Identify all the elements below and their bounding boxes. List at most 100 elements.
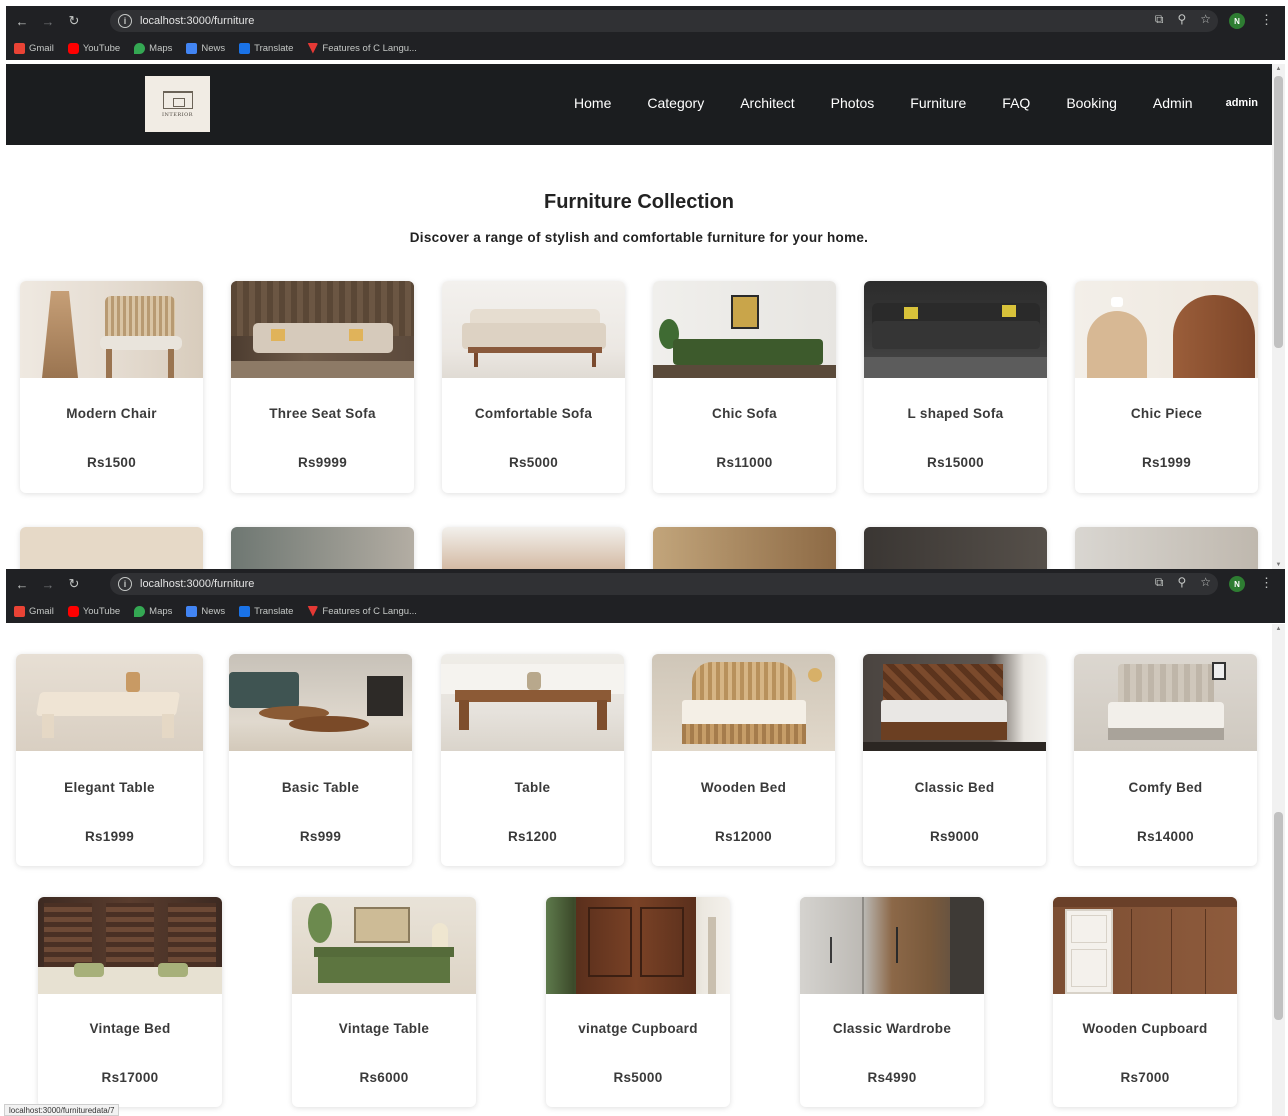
c-language-icon — [307, 605, 319, 617]
site-info-icon[interactable]: i — [118, 577, 132, 591]
product-card[interactable] — [231, 527, 414, 569]
product-image — [1053, 897, 1237, 994]
product-card[interactable] — [1075, 527, 1258, 569]
scrollbar-thumb[interactable] — [1274, 76, 1283, 348]
product-image — [863, 654, 1046, 751]
product-card[interactable]: Chic Piece Rs1999 — [1075, 281, 1258, 493]
cast-icon[interactable]: ⧉ — [1155, 12, 1164, 27]
bookmark-youtube[interactable]: YouTube — [67, 605, 120, 617]
bookmark-news[interactable]: News — [186, 42, 225, 54]
forward-icon[interactable]: → — [38, 577, 58, 592]
bookmark-maps[interactable]: Maps — [134, 605, 172, 617]
nav-furniture[interactable]: Furniture — [910, 95, 966, 111]
nav-user[interactable]: admin — [1226, 97, 1258, 109]
product-card[interactable]: Vintage Bed Rs17000 — [38, 897, 222, 1107]
page-subtitle: Discover a range of stylish and comforta… — [409, 230, 869, 245]
product-price: Rs1999 — [1141, 455, 1192, 470]
product-card[interactable]: Table Rs1200 — [441, 654, 624, 866]
url-text: localhost:3000/furniture — [140, 15, 255, 27]
product-card[interactable] — [20, 527, 203, 569]
product-name: Wooden Cupboard — [1082, 1021, 1208, 1036]
site-logo[interactable]: INTERIOR — [145, 76, 210, 132]
product-name: Vintage Bed — [89, 1021, 171, 1036]
product-card[interactable]: Classic Wardrobe Rs4990 — [800, 897, 984, 1107]
bookmark-c-language[interactable]: Features of C Langu... — [307, 605, 417, 617]
product-price: Rs6000 — [359, 1070, 409, 1085]
nav-photos[interactable]: Photos — [831, 95, 875, 111]
product-card[interactable]: Vintage Table Rs6000 — [292, 897, 476, 1107]
product-image — [864, 281, 1047, 378]
nav-admin[interactable]: Admin — [1153, 95, 1193, 111]
bookmark-translate[interactable]: Translate — [239, 605, 293, 617]
c-language-icon — [307, 42, 319, 54]
scrollbar[interactable]: ▲ ▼ — [1272, 64, 1285, 569]
bookmark-gmail[interactable]: Gmail — [14, 42, 54, 54]
site-info-icon[interactable]: i — [118, 14, 132, 28]
scroll-up-icon[interactable]: ▲ — [1272, 66, 1285, 72]
product-card[interactable] — [442, 527, 625, 569]
row-preview — [6, 520, 1272, 569]
product-name: Comfy Bed — [1128, 780, 1203, 795]
product-card[interactable]: L shaped Sofa Rs15000 — [864, 281, 1047, 493]
product-card[interactable] — [864, 527, 1047, 569]
scroll-up-icon[interactable]: ▲ — [1272, 626, 1285, 632]
scroll-down-icon[interactable]: ▼ — [1272, 562, 1285, 568]
address-bar[interactable]: i localhost:3000/furniture — [110, 10, 1218, 32]
scrollbar-thumb[interactable] — [1274, 812, 1283, 1020]
product-card[interactable]: Wooden Bed Rs12000 — [652, 654, 835, 866]
translate-icon — [239, 605, 251, 617]
product-card[interactable] — [653, 527, 836, 569]
nav-home[interactable]: Home — [574, 95, 611, 111]
bookmark-maps[interactable]: Maps — [134, 42, 172, 54]
zoom-icon[interactable]: ⚲ — [1177, 12, 1186, 27]
product-card[interactable]: Elegant Table Rs1999 — [16, 654, 203, 866]
nav-booking[interactable]: Booking — [1066, 95, 1117, 111]
cast-icon[interactable]: ⧉ — [1155, 575, 1164, 590]
product-image — [38, 897, 222, 994]
back-icon[interactable]: ← — [12, 577, 32, 592]
reload-icon[interactable]: ↻ — [64, 576, 84, 592]
product-price: Rs12000 — [715, 829, 772, 844]
scrollbar[interactable]: ▲ — [1272, 624, 1285, 1116]
star-icon[interactable]: ☆ — [1200, 12, 1211, 27]
menu-icon[interactable]: ⋮ — [1260, 575, 1273, 591]
product-image — [441, 654, 624, 751]
product-card[interactable]: Classic Bed Rs9000 — [863, 654, 1046, 866]
page-title: Furniture Collection — [544, 191, 734, 213]
product-name: Chic Piece — [1130, 406, 1203, 421]
nav-faq[interactable]: FAQ — [1002, 95, 1030, 111]
zoom-icon[interactable]: ⚲ — [1177, 575, 1186, 590]
address-bar[interactable]: i localhost:3000/furniture — [110, 573, 1218, 595]
gmail-icon — [14, 605, 25, 617]
bookmark-translate[interactable]: Translate — [239, 42, 293, 54]
product-price: Rs5000 — [508, 455, 559, 470]
bookmark-c-language[interactable]: Features of C Langu... — [307, 42, 417, 54]
bookmark-news[interactable]: News — [186, 605, 225, 617]
bookmark-youtube[interactable]: YouTube — [67, 42, 120, 54]
product-card[interactable]: Chic Sofa Rs11000 — [653, 281, 836, 493]
product-card[interactable]: vinatge Cupboard Rs5000 — [546, 897, 730, 1107]
profile-avatar[interactable]: N — [1229, 13, 1245, 29]
product-price: Rs5000 — [613, 1070, 663, 1085]
product-card[interactable]: Comfy Bed Rs14000 — [1074, 654, 1257, 866]
product-name: Basic Table — [281, 780, 360, 795]
star-icon[interactable]: ☆ — [1200, 575, 1211, 590]
menu-icon[interactable]: ⋮ — [1260, 12, 1273, 28]
product-card[interactable]: Comfortable Sofa Rs5000 — [442, 281, 625, 493]
product-card[interactable]: Basic Table Rs999 — [229, 654, 412, 866]
forward-icon[interactable]: → — [38, 14, 58, 29]
product-name: Classic Wardrobe — [832, 1021, 952, 1036]
product-card[interactable]: Wooden Cupboard Rs7000 — [1053, 897, 1237, 1107]
product-card[interactable]: Three Seat Sofa Rs9999 — [231, 281, 414, 493]
back-icon[interactable]: ← — [12, 14, 32, 29]
product-price: Rs7000 — [1120, 1070, 1170, 1085]
profile-avatar[interactable]: N — [1229, 576, 1245, 592]
nav-architect[interactable]: Architect — [740, 95, 794, 111]
reload-icon[interactable]: ↻ — [64, 13, 84, 29]
product-card[interactable]: Modern Chair Rs1500 — [20, 281, 203, 493]
product-image — [16, 654, 203, 751]
product-name: Table — [514, 780, 551, 795]
product-price: Rs1999 — [84, 829, 135, 844]
nav-category[interactable]: Category — [647, 95, 704, 111]
bookmark-gmail[interactable]: Gmail — [14, 605, 54, 617]
